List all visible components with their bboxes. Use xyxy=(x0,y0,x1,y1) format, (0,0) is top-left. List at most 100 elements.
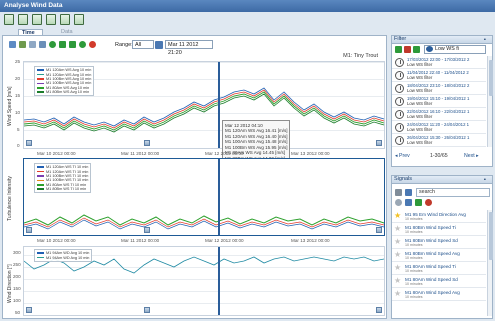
ytick: 150 xyxy=(13,286,21,291)
clock-icon xyxy=(395,71,404,80)
range-handle-right[interactable] xyxy=(376,140,382,146)
list-icon[interactable] xyxy=(395,189,402,196)
xtick: Mar 12 2012 00:00 xyxy=(205,238,244,243)
range-handle[interactable] xyxy=(144,140,150,146)
page-indicator: 1-30/65 xyxy=(430,153,448,159)
main-chart-area: Range: All Mar 11 2012 21:20 M1: Tiny Tr… xyxy=(2,35,387,319)
star-icon[interactable]: ★ xyxy=(394,264,401,272)
wind-speed-panel[interactable]: M1 120Am WS Avg 10 min M1 120Am WS Avg 1… xyxy=(23,61,385,164)
filter-item[interactable]: 26/04/2012 15:30 - 26/04/2012 1 Low WS fi… xyxy=(392,134,486,147)
star-icon[interactable]: ★ xyxy=(394,277,401,285)
time-cursor[interactable] xyxy=(218,159,220,235)
range-handle-right[interactable] xyxy=(376,227,382,233)
range-handle[interactable] xyxy=(144,307,150,313)
clock-icon xyxy=(395,136,404,145)
add-filter-icon[interactable] xyxy=(395,46,402,53)
filter-item[interactable]: 19/04/2012 15:10 - 19/04/2012 1 Low WS fi… xyxy=(392,95,486,108)
filter-scrollbar[interactable] xyxy=(487,56,493,147)
table-icon[interactable] xyxy=(60,14,70,25)
filter-item[interactable]: 18/04/2012 23:10 - 18/04/2012 2 Low WS fi… xyxy=(392,82,486,95)
pan-icon[interactable] xyxy=(39,41,46,48)
signal-item[interactable]: ★ M1 80Bm Wind Speed Ti 10 minutes xyxy=(392,223,486,236)
wind-direction-legend: M1 94Am WD Avg 10 min M1 94Am WD Avg 10 … xyxy=(34,249,93,262)
delete-signal-icon[interactable] xyxy=(425,199,432,206)
arrow-down-icon[interactable] xyxy=(69,41,76,48)
next-page-link[interactable]: Next ▸ xyxy=(464,153,479,159)
signal-item[interactable]: ★ M1 95 Em Wind Direction Avg 10 minutes xyxy=(392,210,486,223)
window-title: Analyse Wind Data xyxy=(4,2,63,9)
star-icon[interactable]: ★ xyxy=(394,225,401,233)
range-handle-left[interactable] xyxy=(26,227,32,233)
ok-icon[interactable] xyxy=(79,41,86,48)
settings-icon[interactable] xyxy=(395,199,402,206)
signal-item[interactable]: ★ M1 80Am Wind Speed Sd 10 minutes xyxy=(392,275,486,288)
grid-icon[interactable] xyxy=(405,189,412,196)
pin-icon[interactable]: ▪ xyxy=(484,37,490,43)
legend-item: M1 80Bm WS TI 10 min xyxy=(37,187,88,191)
date-input[interactable]: Mar 11 2012 21:20 xyxy=(165,40,213,56)
clock-icon xyxy=(395,110,404,119)
xtick: Mar 12 2012 00:00 xyxy=(205,151,244,156)
chart-icon[interactable] xyxy=(405,199,412,206)
time-cursor[interactable] xyxy=(218,247,220,315)
filter-type-icon xyxy=(426,46,433,52)
signals-title: Signals xyxy=(394,176,413,182)
signal-item[interactable]: ★ M1 80Bm Wind Speed Avg 10 minutes xyxy=(392,249,486,262)
zoom-icon[interactable] xyxy=(29,41,36,48)
tooltip-row: M1 120Am WS Avg 16.41 [m/s] xyxy=(225,128,288,133)
turbulence-legend: M1 120Am WS TI 10 min M1 120Am WS TI 10 … xyxy=(34,163,92,194)
arrow-up-icon[interactable] xyxy=(59,41,66,48)
ytick: 25 xyxy=(15,59,21,64)
star-icon[interactable]: ★ xyxy=(394,290,401,298)
signal-item[interactable]: ★ M1 80Am Wind Speed Avg 10 minutes xyxy=(392,288,486,301)
prev-page-link[interactable]: ◂ Prev xyxy=(395,153,410,159)
export-icon[interactable] xyxy=(46,14,56,25)
range-handle-left[interactable] xyxy=(26,140,32,146)
calendar-icon[interactable] xyxy=(155,41,163,49)
cancel-icon[interactable] xyxy=(89,41,96,48)
xtick: Mar 10 2012 00:00 xyxy=(37,151,76,156)
xtick: Mar 11 2012 00:00 xyxy=(121,151,160,156)
site-label: M1: Tiny Trout xyxy=(343,53,378,59)
range-handle-right[interactable] xyxy=(376,307,382,313)
range-handle[interactable] xyxy=(144,227,150,233)
signal-item[interactable]: ★ M1 80Bm Wind Speed Sd 10 minutes xyxy=(392,236,486,249)
signal-item[interactable]: ★ M1 80Am Wind Speed Ti 10 minutes xyxy=(392,262,486,275)
panel1-ylabel: Wind Speed [m/s] xyxy=(7,86,13,126)
time-cursor[interactable] xyxy=(218,62,220,148)
document-icon[interactable] xyxy=(18,14,28,25)
ytick: 300 xyxy=(13,250,21,255)
ytick: 0 xyxy=(17,143,20,148)
pin-icon[interactable]: ▪ xyxy=(484,177,490,183)
range-handle-left[interactable] xyxy=(26,307,32,313)
save-chart-icon[interactable] xyxy=(9,41,16,48)
report-icon[interactable] xyxy=(74,14,84,25)
range-select[interactable]: All xyxy=(132,40,154,49)
clock-icon xyxy=(395,97,404,106)
filter-dropdown[interactable]: Low WS fi xyxy=(424,45,486,54)
add-signal-icon[interactable] xyxy=(415,199,422,206)
filter-item[interactable]: 24/04/2012 11:20 - 24/04/2012 1 Low WS fi… xyxy=(392,121,486,134)
star-icon[interactable]: ★ xyxy=(394,212,401,220)
remove-filter-icon[interactable] xyxy=(404,46,411,53)
apply-filter-icon[interactable] xyxy=(413,46,420,53)
wind-direction-panel[interactable]: M1 94Am WD Avg 10 min M1 94Am WD Avg 10 … xyxy=(23,246,385,316)
ytick: 10 xyxy=(15,110,21,115)
clock-icon xyxy=(395,84,404,93)
star-icon[interactable]: ★ xyxy=(394,251,401,259)
star-icon[interactable]: ★ xyxy=(394,238,401,246)
filter-item[interactable]: 11/04/2012 22:40 - 11/04/2012 2 Low WS fi… xyxy=(392,69,486,82)
filter-item[interactable]: 17/03/2012 22:00 - 17/03/2012 2 Low WS fi… xyxy=(392,56,486,69)
save-icon[interactable] xyxy=(32,14,42,25)
signals-search-input[interactable]: search xyxy=(416,188,490,197)
chart-toolbar: Range: All Mar 11 2012 21:20 xyxy=(7,40,382,56)
signals-scrollbar[interactable] xyxy=(487,210,493,316)
copy-icon[interactable] xyxy=(19,41,26,48)
grid-view-icon[interactable] xyxy=(4,14,14,25)
turbulence-panel[interactable]: M1 120Am WS TI 10 min M1 120Am WS TI 10 … xyxy=(23,158,385,236)
ytick: 50 xyxy=(15,310,21,315)
filter-item[interactable]: 22/04/2012 16:10 - 22/04/2012 1 Low WS fi… xyxy=(392,108,486,121)
panel3-ylabel: Wind Direction [°] xyxy=(7,264,13,303)
ytick: 250 xyxy=(13,262,21,267)
add-icon[interactable] xyxy=(49,41,56,48)
